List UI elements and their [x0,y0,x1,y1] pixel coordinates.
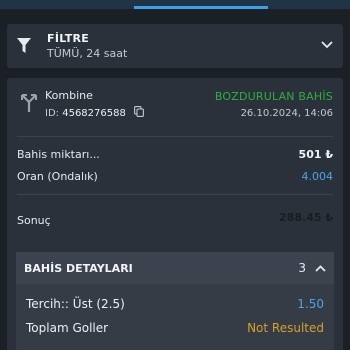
selection-count: 3 [298,261,306,275]
funnel-icon [17,38,31,53]
chevron-down-icon[interactable] [321,41,333,49]
filter-bar[interactable]: FİLTRE TÜMÜ, 24 saat [7,24,343,68]
active-tab-indicator [134,6,268,9]
divider [17,194,333,195]
selection-label: Tercih:: Üst (2.5) [26,297,125,311]
market-status: Not Resulted [247,321,324,335]
odds-label: Oran (Ondalık) [17,170,98,183]
market-label: Toplam Goller [26,321,109,335]
stake-value: 501 ₺ [298,148,333,161]
bet-details-panel: BAHİS DETAYLARI 3 Tercih:: Üst (2.5) 1.5… [16,252,334,350]
selection-odds: 1.50 [297,297,324,311]
combo-arrows-icon [21,94,37,112]
chevron-up-icon[interactable] [315,265,326,272]
bet-details-title: BAHİS DETAYLARI [24,262,133,275]
divider [17,136,333,137]
bet-id-value: 4568276588 [62,108,126,119]
result-label: Sonuç [17,214,51,227]
bet-details-header[interactable]: BAHİS DETAYLARI 3 [16,252,334,284]
bet-date: 26.10.2024, 14:06 [240,108,333,119]
filter-title: FİLTRE [47,32,90,45]
copy-icon[interactable] [134,106,144,117]
top-tab-strip [0,0,350,9]
bet-id-label: ID: [45,108,60,119]
stake-label: Bahis miktarı... [17,148,100,161]
bet-type: Kombine [45,89,93,102]
status-badge: BOZDURULAN BAHİS [214,90,333,103]
bet-id: ID: 4568276588 [45,108,126,119]
filter-summary: TÜMÜ, 24 saat [47,47,128,60]
result-value: 288.45 ₺ [279,211,333,224]
odds-value: 4.004 [301,170,334,183]
